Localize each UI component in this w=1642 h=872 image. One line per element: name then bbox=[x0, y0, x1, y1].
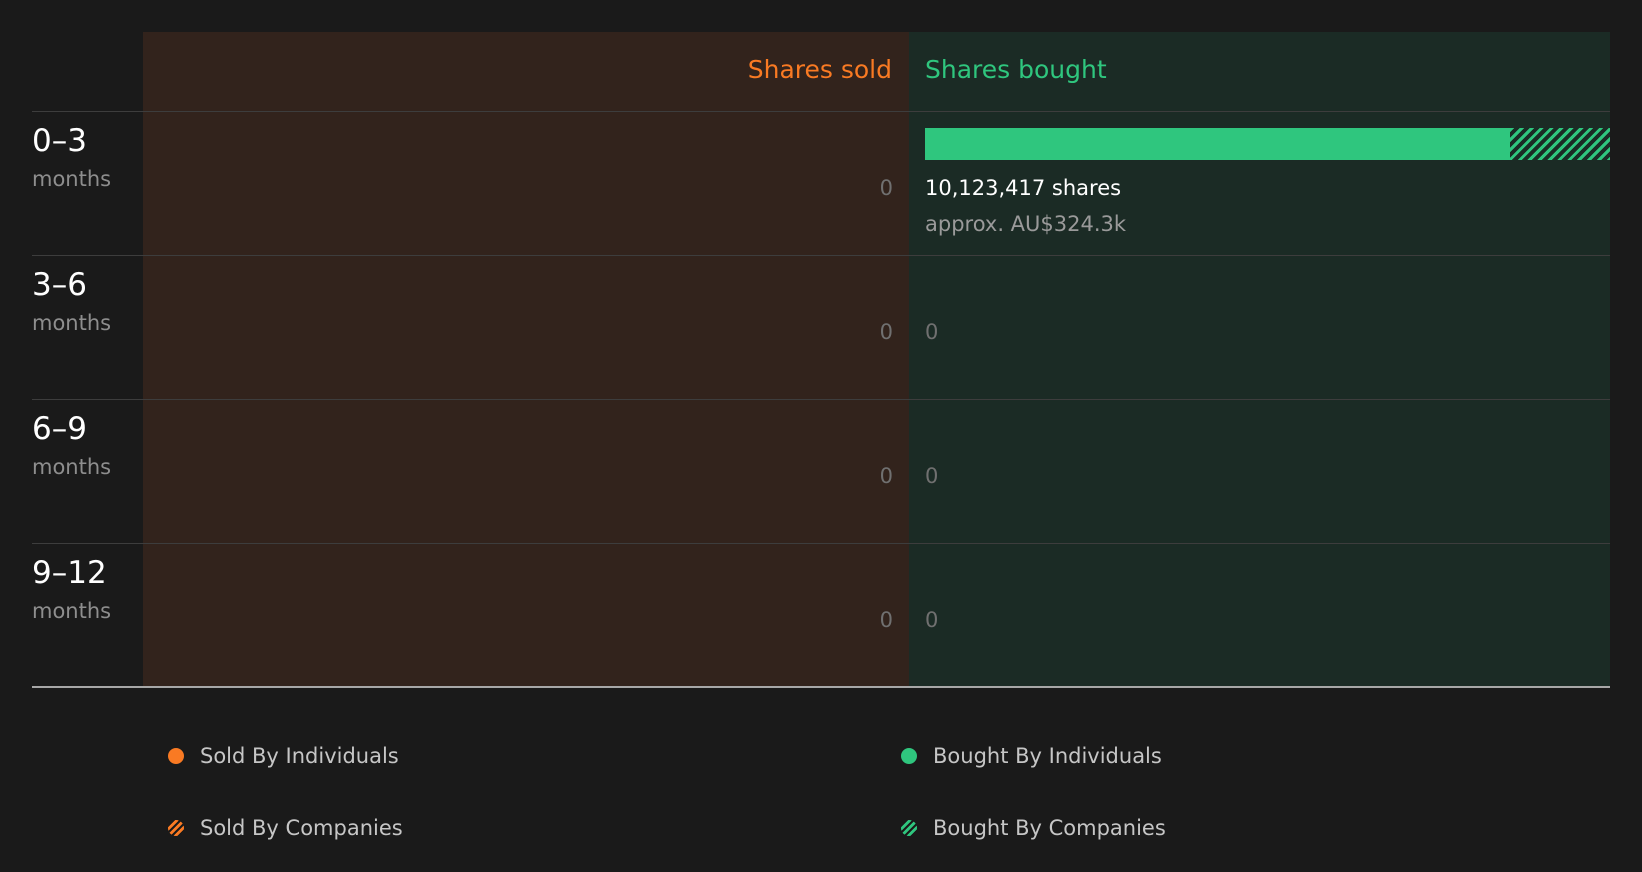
period-label-6-9: 6–9 months bbox=[32, 411, 111, 481]
solid-green-dot-icon bbox=[901, 748, 917, 764]
period-unit: months bbox=[32, 311, 112, 335]
bought-value-label: approx. AU$324.3k bbox=[925, 212, 1127, 236]
hatched-green-dot-icon bbox=[901, 820, 917, 836]
period-range: 6–9 bbox=[32, 411, 87, 447]
shares-sold-panel bbox=[143, 32, 909, 687]
sold-value-label: 0 bbox=[879, 176, 893, 200]
sold-value-label: 0 bbox=[879, 320, 893, 344]
legend-sold-by-individuals[interactable]: Sold By Individuals bbox=[168, 743, 399, 769]
period-range: 9–12 bbox=[32, 555, 107, 591]
hatched-orange-dot-icon bbox=[168, 820, 184, 836]
period-range: 0–3 bbox=[32, 123, 87, 159]
bought-shares-label: 10,123,417 shares bbox=[925, 176, 1122, 200]
bought-by-individuals-bar[interactable] bbox=[925, 128, 1511, 160]
row-divider bbox=[32, 111, 1610, 112]
shares-bought-header: Shares bought bbox=[925, 55, 1107, 84]
period-unit: months bbox=[32, 167, 112, 191]
row-divider bbox=[32, 399, 1610, 400]
legend-bought-by-companies[interactable]: Bought By Companies bbox=[901, 815, 1166, 841]
legend-label: Bought By Companies bbox=[933, 816, 1166, 840]
row-divider bbox=[32, 543, 1610, 544]
period-label-0-3: 0–3 months bbox=[32, 123, 111, 193]
legend-label: Sold By Individuals bbox=[200, 744, 399, 768]
bought-value-label: 0 bbox=[925, 608, 939, 632]
sold-value-label: 0 bbox=[879, 608, 893, 632]
legend-bought-by-individuals[interactable]: Bought By Individuals bbox=[901, 743, 1162, 769]
bought-value-label: 0 bbox=[925, 464, 939, 488]
bought-value-label: 0 bbox=[925, 320, 939, 344]
solid-orange-dot-icon bbox=[168, 748, 184, 764]
row-divider bbox=[32, 255, 1610, 256]
period-label-9-12: 9–12 months bbox=[32, 555, 111, 625]
bought-by-companies-bar[interactable] bbox=[1510, 128, 1610, 160]
period-unit: months bbox=[32, 599, 112, 623]
sold-value-label: 0 bbox=[879, 464, 893, 488]
chart-baseline bbox=[32, 686, 1610, 688]
legend-label: Bought By Individuals bbox=[933, 744, 1162, 768]
period-range: 3–6 bbox=[32, 267, 87, 303]
legend-sold-by-companies[interactable]: Sold By Companies bbox=[168, 815, 403, 841]
shares-sold-header: Shares sold bbox=[747, 55, 892, 84]
period-unit: months bbox=[32, 455, 112, 479]
period-label-3-6: 3–6 months bbox=[32, 267, 111, 337]
legend-label: Sold By Companies bbox=[200, 816, 403, 840]
